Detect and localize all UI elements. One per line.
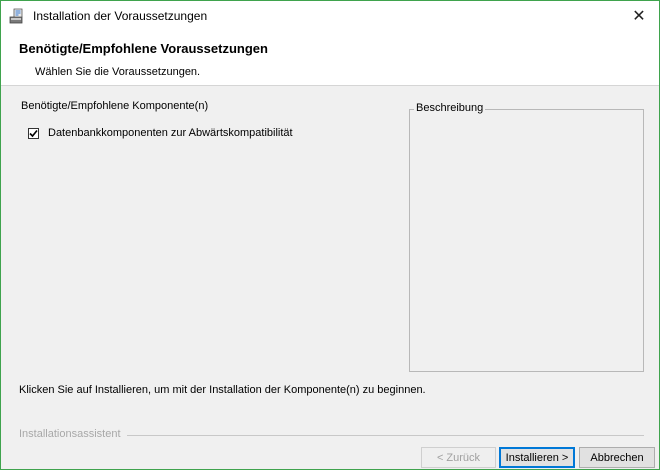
- description-legend: Beschreibung: [414, 102, 486, 114]
- window-title: Installation der Voraussetzungen: [33, 9, 208, 23]
- components-label: Benötigte/Empfohlene Komponente(n): [21, 100, 209, 112]
- component-checkbox[interactable]: [28, 127, 39, 139]
- install-button[interactable]: Installieren >: [499, 447, 575, 468]
- component-label: Datenbankkomponenten zur Abwärtskompatib…: [48, 127, 293, 139]
- checkmark-icon: [29, 129, 38, 137]
- header-panel: Benötigte/Empfohlene Voraussetzungen Wäh…: [1, 31, 659, 86]
- title-bar: Installation der Voraussetzungen ✕: [1, 1, 659, 31]
- install-instruction: Klicken Sie auf Installieren, um mit der…: [19, 384, 426, 396]
- back-button[interactable]: < Zurück: [421, 447, 496, 468]
- assistant-label: Installationsassistent: [19, 428, 127, 440]
- page-title: Benötigte/Empfohlene Voraussetzungen: [19, 41, 268, 56]
- page-subtitle: Wählen Sie die Voraussetzungen.: [35, 66, 201, 78]
- cancel-button[interactable]: Abbrechen: [579, 447, 655, 468]
- close-icon: ✕: [632, 8, 646, 25]
- description-box: [409, 109, 644, 372]
- close-button[interactable]: ✕: [619, 1, 659, 31]
- installer-icon: [9, 8, 25, 24]
- installer-window: Installation der Voraussetzungen ✕ Benöt…: [0, 0, 660, 470]
- component-item-database[interactable]: Datenbankkomponenten zur Abwärtskompatib…: [28, 127, 293, 139]
